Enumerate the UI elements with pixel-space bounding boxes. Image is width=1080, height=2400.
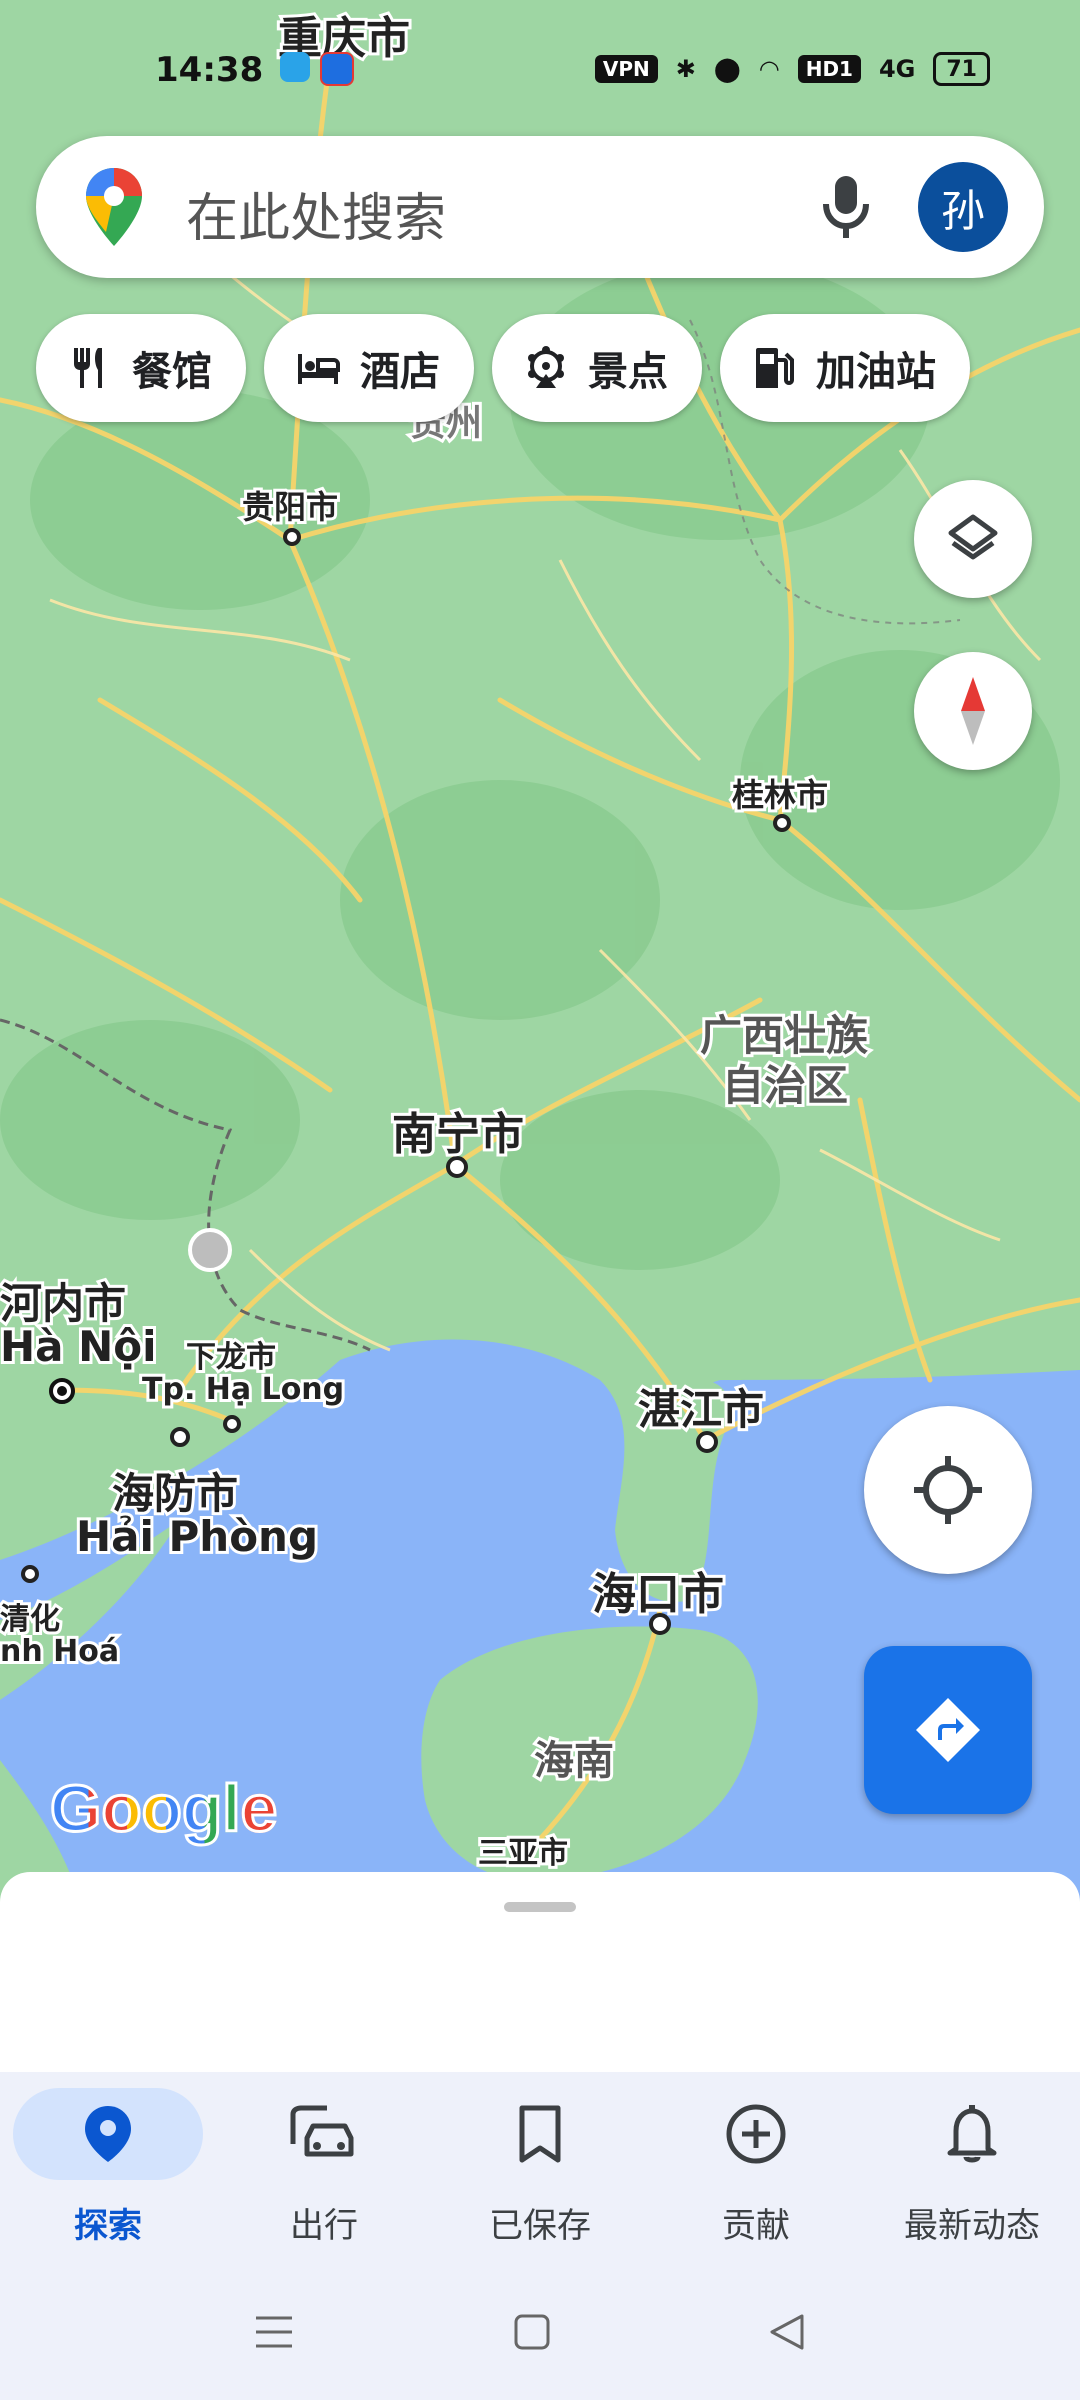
commute-car-icon bbox=[290, 2105, 354, 2157]
map-label-hainan: 海南 bbox=[531, 1735, 617, 1787]
map-label-zhanjiang: 湛江市 bbox=[635, 1382, 767, 1437]
location-icon: ⬤ bbox=[713, 55, 741, 83]
system-navigation-bar bbox=[0, 2268, 1080, 2400]
search-bar[interactable]: 在此处搜索 孙 bbox=[36, 136, 1044, 278]
back-icon[interactable] bbox=[768, 2312, 808, 2352]
google-maps-logo-icon bbox=[86, 168, 142, 246]
map-label-guiyang: 贵阳市 bbox=[239, 485, 341, 529]
map-label-nanning: 南宁市 bbox=[389, 1106, 527, 1163]
category-chips: 餐馆 酒店 景点 加油站 bbox=[36, 314, 970, 422]
tab-icon-wrap bbox=[877, 2088, 1067, 2180]
chip-label: 景点 bbox=[588, 349, 668, 395]
chip-label: 加油站 bbox=[816, 349, 936, 395]
map-label-thanhhoa-cn: 清化 bbox=[0, 1599, 63, 1640]
sheet-drag-handle[interactable] bbox=[504, 1902, 576, 1912]
map-label-haikou: 海口市 bbox=[589, 1566, 727, 1623]
hotel-icon bbox=[298, 354, 340, 384]
tab-contribute[interactable]: 贡献 bbox=[648, 2072, 864, 2268]
layers-icon bbox=[948, 514, 998, 560]
home-icon[interactable] bbox=[512, 2312, 552, 2352]
map-canvas[interactable] bbox=[0, 0, 1080, 1900]
map-label-guangxi-2: 自治区 bbox=[719, 1058, 851, 1113]
wifi-icon: ◠ bbox=[758, 55, 780, 83]
tab-icon-wrap bbox=[445, 2088, 635, 2180]
bottom-sheet[interactable] bbox=[0, 1872, 1080, 2072]
tab-label: 出行 bbox=[290, 2206, 358, 2246]
tab-label: 贡献 bbox=[722, 2206, 790, 2246]
status-bar: 14:38 VPN ✱ ⬤ ◠ HD1 4G 71 bbox=[0, 40, 1080, 100]
tab-icon-wrap bbox=[661, 2088, 851, 2180]
chip-restaurants[interactable]: 餐馆 bbox=[36, 314, 246, 422]
app-notification-icon bbox=[320, 52, 354, 86]
hd-badge: HD1 bbox=[797, 55, 861, 83]
tab-explore[interactable]: 探索 bbox=[0, 2072, 216, 2268]
status-right-icons: VPN ✱ ⬤ ◠ HD1 4G 71 bbox=[594, 52, 990, 86]
map-label-guilin: 桂林市 bbox=[729, 773, 831, 817]
tab-label: 最新动态 bbox=[904, 2206, 1040, 2246]
tab-commute[interactable]: 出行 bbox=[216, 2072, 432, 2268]
tab-updates[interactable]: 最新动态 bbox=[864, 2072, 1080, 2268]
search-input[interactable]: 在此处搜索 bbox=[186, 176, 446, 251]
map-label-haiphong-vn: Hải Phòng bbox=[73, 1509, 321, 1564]
map-label-thanhhoa-vn: nh Hoá bbox=[0, 1631, 122, 1672]
map-label-hanoi-vn: Hà Nội bbox=[0, 1319, 160, 1374]
add-circle-icon bbox=[726, 2104, 786, 2164]
vpn-badge: VPN bbox=[594, 55, 658, 83]
signal-icon: 4G bbox=[878, 55, 916, 83]
chip-hotels[interactable]: 酒店 bbox=[264, 314, 474, 422]
tab-saved[interactable]: 已保存 bbox=[432, 2072, 648, 2268]
tab-icon-wrap bbox=[13, 2088, 203, 2180]
battery-icon: 71 bbox=[933, 52, 990, 86]
layers-button[interactable] bbox=[914, 480, 1032, 598]
menu-icon[interactable] bbox=[254, 2312, 294, 2352]
compass-button[interactable] bbox=[914, 652, 1032, 770]
my-location-icon bbox=[914, 1456, 982, 1524]
google-logo: Google bbox=[48, 1770, 278, 1847]
app-notification-icon bbox=[280, 52, 310, 82]
bell-icon bbox=[947, 2105, 997, 2163]
bookmark-icon bbox=[519, 2105, 561, 2163]
directions-button[interactable] bbox=[864, 1646, 1032, 1814]
chip-attractions[interactable]: 景点 bbox=[492, 314, 702, 422]
chip-label: 酒店 bbox=[360, 349, 440, 395]
bluetooth-icon: ✱ bbox=[675, 55, 696, 83]
compass-icon bbox=[961, 677, 985, 745]
map-label-halong-cn: 下龙市 bbox=[183, 1337, 279, 1378]
chip-label: 餐馆 bbox=[132, 349, 212, 395]
tab-label: 已保存 bbox=[489, 2206, 591, 2246]
attractions-icon bbox=[528, 346, 564, 388]
explore-pin-icon bbox=[85, 2106, 131, 2162]
tab-label: 探索 bbox=[74, 2206, 142, 2246]
directions-icon bbox=[916, 1698, 980, 1762]
avatar[interactable]: 孙 bbox=[918, 162, 1008, 252]
status-app-icons bbox=[280, 52, 354, 86]
my-location-button[interactable] bbox=[864, 1406, 1032, 1574]
gas-station-icon bbox=[756, 348, 794, 388]
bottom-navigation: 探索 出行 已保存 贡献 最新动态 bbox=[0, 2072, 1080, 2268]
map-label-sanya: 三亚市 bbox=[475, 1833, 571, 1874]
map-label-halong-vn: Tp. Hạ Long bbox=[139, 1369, 347, 1410]
restaurant-icon bbox=[74, 348, 102, 388]
tab-icon-wrap bbox=[229, 2088, 419, 2180]
status-time: 14:38 bbox=[155, 50, 264, 90]
chip-gas-stations[interactable]: 加油站 bbox=[720, 314, 970, 422]
microphone-icon[interactable] bbox=[818, 172, 874, 242]
